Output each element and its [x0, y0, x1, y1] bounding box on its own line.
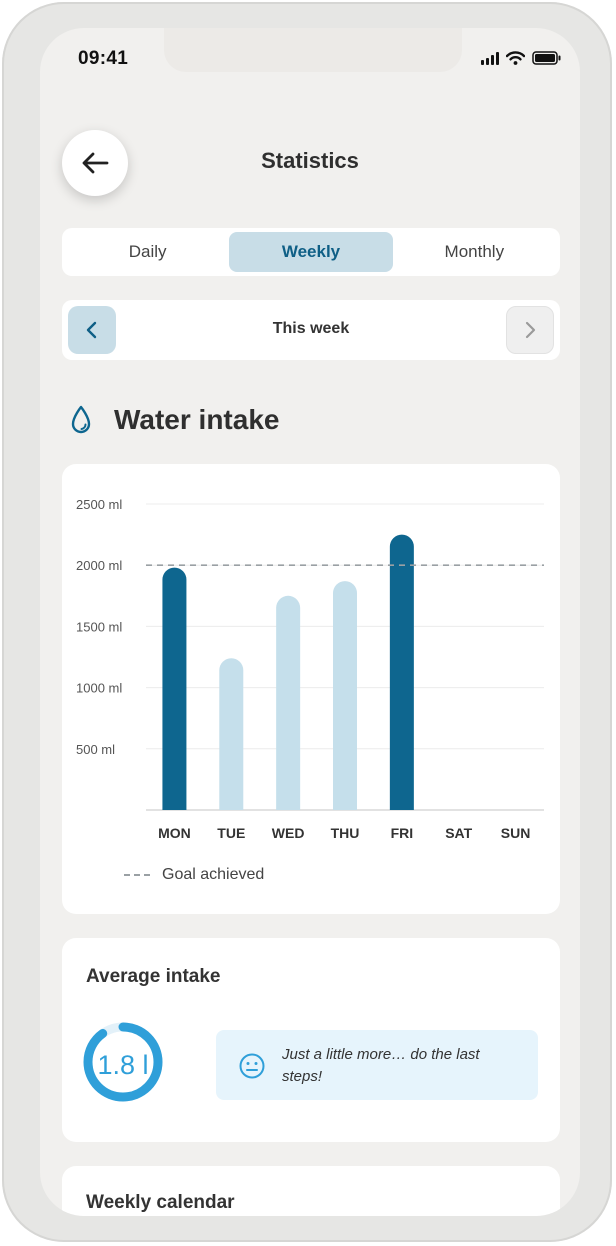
- x-tick-label: WED: [272, 825, 305, 841]
- x-tick-label: FRI: [391, 825, 414, 841]
- battery-icon: [532, 51, 561, 65]
- period-selector: This week: [62, 300, 560, 360]
- water-intake-header: Water intake: [70, 404, 279, 436]
- weekly-calendar-title: Weekly calendar: [86, 1192, 235, 1213]
- phone-frame: 09:41 Statistics Daily Weekly Monthly Th…: [2, 2, 612, 1242]
- neutral-face-icon: [239, 1053, 265, 1079]
- next-period-button[interactable]: [506, 306, 554, 354]
- x-tick-label: THU: [331, 825, 360, 841]
- page-title: Statistics: [261, 148, 359, 173]
- bar-fri: [389, 534, 414, 810]
- bar-thu: [333, 581, 357, 810]
- wifi-icon: [506, 51, 525, 65]
- bar-tue: [219, 658, 244, 810]
- x-tick-label: SAT: [445, 825, 472, 841]
- weekly-calendar-card: Weekly calendar: [62, 1166, 560, 1216]
- tab-weekly[interactable]: Weekly: [229, 232, 393, 272]
- y-tick-label: 2000 ml: [76, 558, 122, 573]
- cellular-signal-icon: [481, 51, 499, 65]
- y-tick-label: 1000 ml: [76, 681, 122, 696]
- motivation-tip-text: Just a little more… do the last steps!: [282, 1046, 480, 1085]
- status-icons: [481, 51, 562, 65]
- y-tick-label: 1500 ml: [76, 619, 122, 634]
- motivation-tip: Just a little more… do the last steps!: [216, 1030, 538, 1100]
- period-tabs: Daily Weekly Monthly: [62, 228, 560, 276]
- chevron-right-icon: [525, 321, 536, 339]
- x-tick-label: SUN: [501, 825, 531, 841]
- x-tick-label: MON: [158, 825, 191, 841]
- notch: [164, 28, 462, 72]
- water-intake-chart: 500 ml 1000 ml 1500 ml 2000 ml 2500 ml MON TUE…: [76, 497, 544, 841]
- section-title: Water intake: [114, 404, 280, 435]
- bar-mon: [162, 567, 187, 810]
- bar-wed: [276, 595, 301, 810]
- legend-label: Goal achieved: [162, 866, 265, 883]
- tab-daily[interactable]: Daily: [66, 232, 229, 272]
- chart-legend: Goal achieved: [124, 866, 264, 884]
- water-intake-chart-card: 500 ml 1000 ml 1500 ml 2000 ml 2500 ml MON TUE…: [62, 464, 560, 914]
- period-label: This week: [272, 320, 350, 337]
- goal-line-legend-icon: [124, 874, 152, 876]
- water-drop-icon: [71, 405, 91, 434]
- tab-monthly[interactable]: Monthly: [393, 232, 556, 272]
- average-intake-title: Average intake: [86, 966, 221, 987]
- x-tick-label: TUE: [217, 825, 245, 841]
- average-intake-card: Average intake 1.8 l Just a little more……: [62, 938, 560, 1142]
- status-time: 09:41: [78, 48, 129, 69]
- app-screen: 09:41 Statistics Daily Weekly Monthly Th…: [40, 28, 580, 1216]
- y-tick-label: 500 ml: [76, 742, 115, 757]
- y-tick-label: 2500 ml: [76, 497, 122, 512]
- average-intake-value: 1.8 l: [97, 1050, 149, 1080]
